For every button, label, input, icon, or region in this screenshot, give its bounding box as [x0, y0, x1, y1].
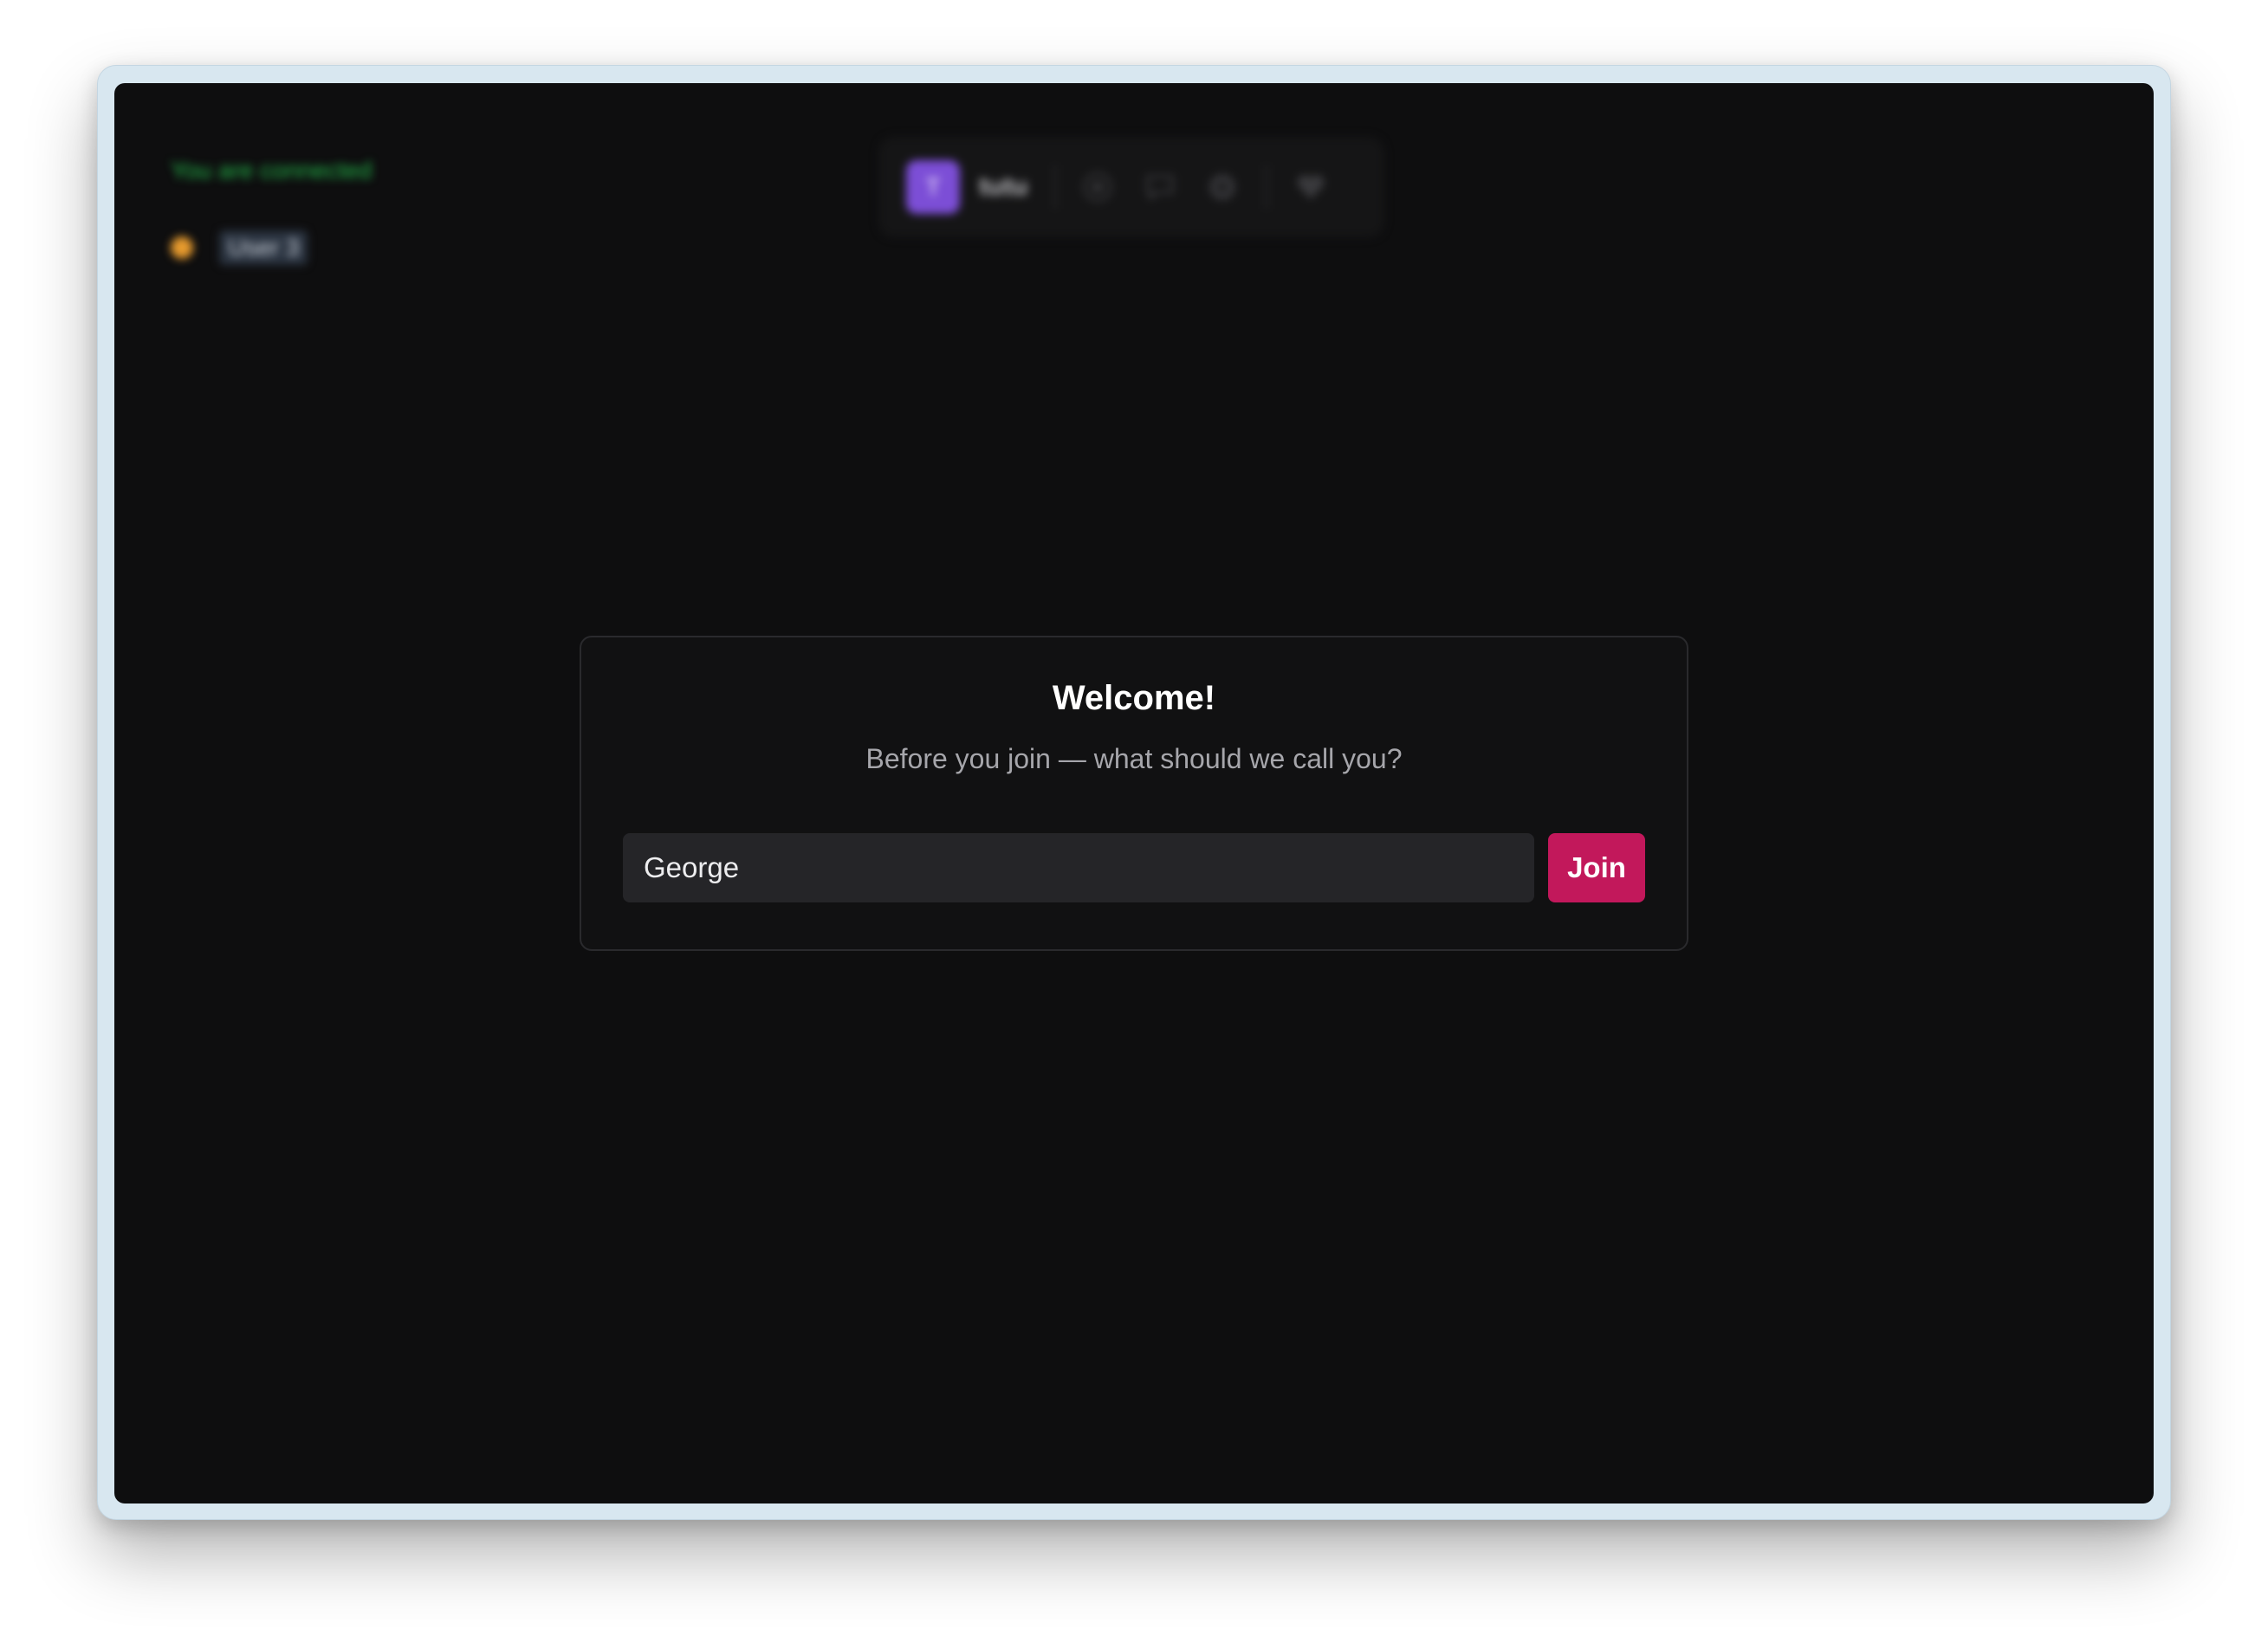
top-toolbar: T tutu — [878, 137, 1384, 237]
app-window: You are connected User 3 T tutu Welcome!… — [114, 83, 2154, 1504]
name-input[interactable] — [623, 833, 1534, 902]
welcome-dialog: Welcome! Before you join — what should w… — [580, 636, 1688, 951]
presence-user-label: User 3 — [219, 230, 308, 265]
settings-icon[interactable] — [1203, 168, 1241, 206]
dialog-subtitle: Before you join — what should we call yo… — [865, 743, 1403, 774]
presence-item: User 3 — [171, 230, 308, 265]
connection-status: You are connected — [171, 157, 373, 184]
toolbar-divider — [1265, 165, 1267, 209]
chat-icon[interactable] — [1141, 168, 1179, 206]
toolbar-user-name: tutu — [979, 172, 1028, 201]
avatar[interactable]: T — [906, 160, 960, 214]
heart-icon[interactable] — [1292, 168, 1330, 206]
presence-dot-icon — [171, 236, 193, 259]
toolbar-divider — [1053, 165, 1056, 209]
sun-icon[interactable] — [1079, 168, 1117, 206]
join-button[interactable]: Join — [1548, 833, 1645, 902]
dialog-title: Welcome! — [1052, 679, 1216, 717]
